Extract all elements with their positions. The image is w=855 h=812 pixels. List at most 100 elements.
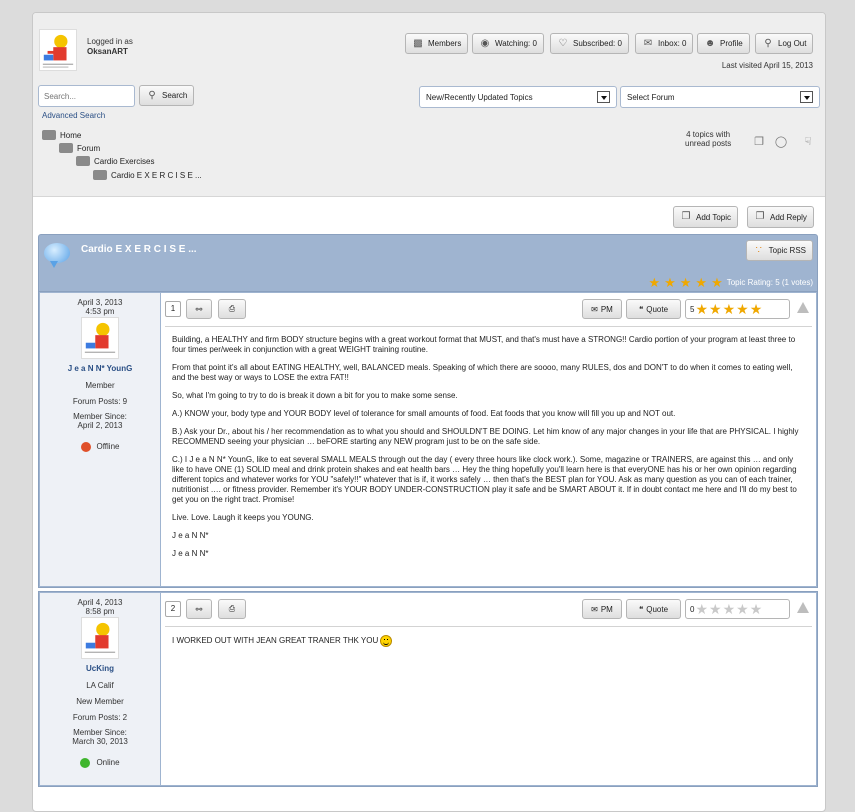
advanced-search-link[interactable]: Advanced Search — [42, 111, 105, 120]
post-paragraph: Live. Love. Laugh it keeps you YOUNG. — [172, 513, 314, 522]
member-since-date: April 2, 2013 — [77, 421, 123, 430]
author-role: Member — [85, 381, 115, 390]
topics-filter-select[interactable]: New/Recently Updated Topics — [419, 86, 617, 108]
profile-button[interactable]: ☻ Profile — [697, 33, 750, 54]
star-icon: ★ — [679, 275, 692, 290]
search-input[interactable] — [38, 85, 135, 107]
post-rating[interactable]: 5 ★ ★ ★ ★ ★ — [685, 299, 790, 319]
post-rating-value: 5 — [690, 304, 695, 314]
breadcrumb-label: Cardio E X E R C I S E ... — [111, 170, 202, 180]
star-icon: ★ — [711, 275, 723, 290]
post-author-panel: April 3, 2013 4:53 pm J e a N N* YounG M… — [40, 293, 160, 586]
folder-arrow-icon — [42, 130, 56, 140]
post-time: 8:58 pm — [85, 607, 115, 616]
quote-button[interactable]: ❝ Quote — [626, 599, 681, 619]
star-icon[interactable]: ★ — [723, 602, 736, 616]
watching-button[interactable]: ◉ Watching: 0 — [472, 33, 544, 54]
logged-in-username: OksanART — [87, 47, 128, 56]
star-icon[interactable]: ★ — [736, 602, 749, 616]
person-icon: ☻ — [704, 37, 716, 49]
post-rating-value: 0 — [690, 604, 695, 614]
add-topic-button[interactable]: ❐ Add Topic — [673, 206, 738, 228]
divider — [165, 326, 812, 327]
pm-icon: ✉ — [591, 604, 598, 614]
post-date: April 3, 2013 — [77, 298, 123, 307]
author-avatar[interactable] — [81, 617, 119, 659]
forum-header: Logged in as OksanART ▩ Members ◉ Watchi… — [33, 13, 825, 197]
post-paragraph: C.) I J e a N N* YounG, like to eat seve… — [172, 455, 797, 504]
topic-title: Cardio E X E R C I S E ... — [81, 244, 197, 255]
pm-icon: ✉ — [591, 304, 598, 314]
quote-button[interactable]: ❝ Quote — [626, 299, 681, 319]
pm-button[interactable]: ✉ PM — [582, 299, 622, 319]
inbox-button[interactable]: ✉ Inbox: 0 — [635, 33, 694, 54]
breadcrumb-forum[interactable]: Forum — [59, 143, 100, 153]
author-avatar[interactable] — [81, 317, 119, 359]
online-status: Online — [40, 758, 160, 768]
star-icon[interactable]: ★ — [695, 602, 708, 616]
star-icon[interactable]: ★ — [750, 602, 763, 616]
tag-icon[interactable]: ◯ — [773, 135, 789, 149]
breadcrumb-cardio-exercises[interactable]: Cardio Exercises — [76, 156, 154, 166]
topic-rss-label: Topic RSS — [768, 246, 806, 255]
topic-rss-button[interactable]: ∵ Topic RSS — [745, 240, 813, 261]
member-since-label: Member Since: — [73, 728, 127, 737]
permalink-button[interactable]: ⚯ — [186, 299, 212, 319]
mark-read-icon[interactable]: ❐ — [751, 135, 767, 149]
search-button[interactable]: ⚲ Search — [139, 85, 195, 106]
post-body: Building, a HEALTHY and firm BODY struct… — [172, 335, 802, 567]
profile-button-label: Profile — [720, 39, 743, 48]
star-icon[interactable]: ★ — [709, 302, 722, 316]
hand-pointer-icon[interactable]: ☟ — [800, 135, 816, 149]
topic-rating-text: Topic Rating: 5 (1 votes) — [726, 278, 813, 287]
star-icon[interactable]: ★ — [695, 302, 708, 316]
breadcrumb-home[interactable]: Home — [42, 130, 81, 140]
folder-arrow-icon — [59, 143, 73, 153]
post-date: April 4, 2013 — [77, 598, 123, 607]
star-icon[interactable]: ★ — [709, 602, 722, 616]
avatar-cartoon-icon — [82, 318, 118, 358]
star-icon: ★ — [695, 275, 708, 290]
breadcrumb-current-topic[interactable]: Cardio E X E R C I S E ... — [93, 170, 202, 180]
post-paragraph: B.) Ask your Dr., about his / her recomm… — [172, 427, 799, 446]
speech-bubble-icon — [44, 243, 70, 268]
post-rating[interactable]: 0 ★ ★ ★ ★ ★ — [685, 599, 790, 619]
print-button[interactable]: ⎙ — [218, 299, 246, 319]
post-paragraph: So, what I'm going to try to do is break… — [172, 391, 458, 400]
chevron-down-icon — [597, 91, 610, 103]
author-role: New Member — [76, 697, 124, 706]
search-button-label: Search — [162, 91, 188, 100]
forum-select-value: Select Forum — [627, 93, 675, 102]
add-topic-label: Add Topic — [696, 212, 731, 222]
members-button[interactable]: ▩ Members — [405, 33, 469, 54]
logout-button[interactable]: ⚲ Log Out — [755, 33, 814, 54]
pm-button[interactable]: ✉ PM — [582, 599, 622, 619]
user-avatar[interactable] — [39, 29, 77, 71]
star-icon[interactable]: ★ — [736, 302, 749, 316]
print-button[interactable]: ⎙ — [218, 599, 246, 619]
subscribed-button[interactable]: ♡ Subscribed: 0 — [550, 33, 629, 54]
forum-select[interactable]: Select Forum — [620, 86, 820, 108]
scroll-top-icon[interactable] — [797, 302, 809, 313]
scroll-top-icon[interactable] — [797, 602, 809, 613]
author-name[interactable]: J e a N N* YounG — [40, 364, 160, 373]
post-paragraph: J e a N N* — [172, 531, 209, 540]
author-name[interactable]: UcKing — [40, 664, 160, 673]
add-reply-button[interactable]: ❐ Add Reply — [747, 206, 814, 228]
printer-icon: ⎙ — [228, 304, 236, 313]
status-label: Online — [96, 758, 120, 768]
add-reply-label: Add Reply — [770, 212, 807, 222]
permalink-button[interactable]: ⚯ — [186, 599, 212, 619]
forum-page: Logged in as OksanART ▩ Members ◉ Watchi… — [32, 12, 826, 812]
logged-in-label: Logged in as — [87, 37, 133, 46]
magnifier-icon: ⚲ — [148, 89, 156, 101]
breadcrumb-label: Cardio Exercises — [94, 156, 155, 166]
post-paragraph: I WORKED OUT WITH JEAN GREAT TRANER THK … — [172, 635, 802, 647]
post-number[interactable]: 1 — [165, 301, 181, 317]
members-button-label: Members — [428, 39, 462, 48]
breadcrumb-label: Home — [60, 130, 82, 140]
star-icon[interactable]: ★ — [723, 302, 736, 316]
post-number[interactable]: 2 — [165, 601, 181, 617]
post-paragraph: A.) KNOW your, body type and YOUR BODY l… — [172, 409, 676, 418]
star-icon[interactable]: ★ — [750, 302, 763, 316]
